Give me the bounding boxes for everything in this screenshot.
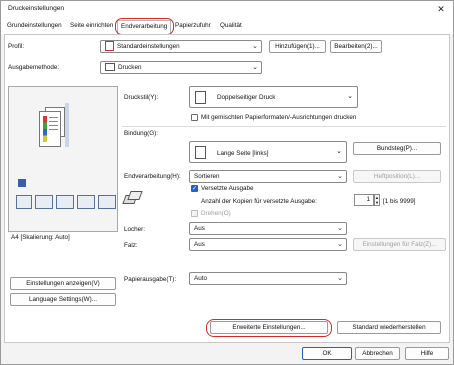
mixed-paper-checkbox[interactable] — [191, 114, 198, 121]
output-method-label: Ausgabemethode: — [8, 64, 60, 71]
chevron-down-icon: ⌄ — [337, 225, 343, 232]
finishing-value: Sortieren — [194, 173, 220, 180]
fold-label: Falz: — [124, 242, 138, 249]
show-settings-button[interactable]: Einstellungen anzeigen(V) — [10, 277, 116, 290]
window-title: Druckeinstellungen — [8, 5, 65, 12]
ok-button[interactable]: OK — [302, 347, 352, 360]
edit-profile-button[interactable]: Bearbeiten(2)... — [330, 40, 382, 53]
duplex-icon — [35, 195, 53, 209]
divider — [122, 126, 446, 127]
printer-icon — [16, 195, 32, 209]
binding-value: Lange Seite [links] — [217, 150, 269, 157]
paper-output-select[interactable]: Auto ⌄ — [189, 272, 347, 285]
fold-select[interactable]: Aus ⌄ — [189, 238, 347, 251]
fold-icon — [98, 195, 116, 209]
rotate-checkbox[interactable] — [191, 210, 198, 217]
stack-edge-graphic — [65, 103, 69, 147]
cancel-button[interactable]: Abbrechen — [355, 347, 400, 360]
advanced-settings-highlight-ring — [206, 319, 332, 337]
printer-icon — [105, 63, 115, 72]
punch-select[interactable]: Aus ⌄ — [189, 222, 347, 235]
copies-range-label: [1 bis 9999] — [383, 198, 416, 205]
tab-seite-einrichten[interactable]: Seite einrichten — [70, 22, 113, 32]
language-settings-button[interactable]: Language Settings(W)... — [10, 293, 116, 306]
page-preview-front — [39, 111, 61, 147]
profile-icon — [105, 41, 114, 52]
print-style-value: Doppelseitiger Druck — [217, 94, 276, 101]
fold-settings-button[interactable]: Einstellungen für Falz(Z)... — [353, 238, 446, 251]
finishing-select[interactable]: Sortieren ⌄ — [189, 170, 347, 183]
copies-stepper[interactable]: ▲ ▼ — [374, 194, 380, 206]
profile-value: Standardeinstellungen — [117, 43, 180, 50]
sort-output-icon — [122, 189, 144, 207]
add-profile-button[interactable]: Hinzufügen(1)... — [269, 40, 326, 53]
chevron-down-icon: ⌄ — [347, 93, 353, 100]
close-icon[interactable]: ✕ — [434, 3, 448, 15]
paper-output-label: Papierausgabe(T): — [124, 276, 177, 283]
restore-defaults-button[interactable]: Standard wiederherstellen — [337, 321, 441, 334]
offset-copies-input[interactable]: 1 — [354, 194, 374, 206]
chevron-down-icon: ⌄ — [336, 148, 342, 155]
mixed-paper-label: Mit gemischten Papierformaten/-Ausrichtu… — [201, 114, 357, 121]
title-bar — [1, 1, 453, 19]
punch-value: Aus — [194, 225, 205, 232]
output-method-value: Drucken — [118, 64, 142, 71]
offset-copies-label: Anzahl der Kopien für versetzte Ausgabe: — [201, 198, 317, 205]
color-bars-graphic — [43, 116, 47, 142]
staple-position-button[interactable]: Heftposition(L)... — [353, 170, 441, 183]
print-preview — [8, 86, 118, 232]
print-style-select[interactable]: Doppelseitiger Druck ⌄ — [189, 86, 358, 108]
profile-select[interactable]: Standardeinstellungen ⌄ — [100, 40, 262, 53]
rotate-label: Drehen(O) — [201, 210, 231, 217]
orientation-icon — [77, 195, 95, 209]
preview-caption: A4 [Skalierung: Auto] — [11, 234, 70, 241]
paper-output-value: Auto — [194, 275, 207, 282]
small-printer-icon — [18, 179, 26, 187]
help-button[interactable]: Hilfe — [405, 347, 449, 360]
staple-icon — [56, 195, 74, 209]
fold-value: Aus — [194, 241, 205, 248]
tab-highlight-ring — [115, 18, 174, 35]
tab-papierzufuhr[interactable]: Papierzufuhr — [175, 22, 211, 32]
duplex-page-icon — [195, 91, 206, 104]
tab-grundeinstellungen[interactable]: Grundeinstellungen — [7, 22, 62, 32]
tab-qualitaet[interactable]: Qualität — [220, 22, 242, 32]
binding-label: Bindung(G): — [124, 130, 158, 137]
finishing-label: Endverarbeitung(H): — [124, 173, 181, 180]
profile-label: Profil: — [8, 43, 25, 50]
chevron-down-icon: ⌄ — [337, 173, 343, 180]
offset-output-label: Versetzte Ausgabe — [201, 185, 254, 192]
chevron-down-icon: ⌄ — [337, 275, 343, 282]
offset-output-checkbox[interactable]: ✓ — [191, 185, 198, 192]
chevron-down-icon: ⌄ — [252, 64, 258, 71]
punch-label: Locher: — [124, 226, 146, 233]
chevron-down-icon: ⌄ — [337, 241, 343, 248]
output-method-select[interactable]: Drucken ⌄ — [100, 61, 262, 74]
gutter-button[interactable]: Bundsteg(P)... — [353, 142, 441, 155]
binding-page-icon — [195, 146, 206, 159]
chevron-down-icon: ⌄ — [252, 43, 258, 50]
binding-select[interactable]: Lange Seite [links] ⌄ — [189, 141, 347, 163]
print-style-label: Druckstil(Y): — [124, 94, 159, 101]
